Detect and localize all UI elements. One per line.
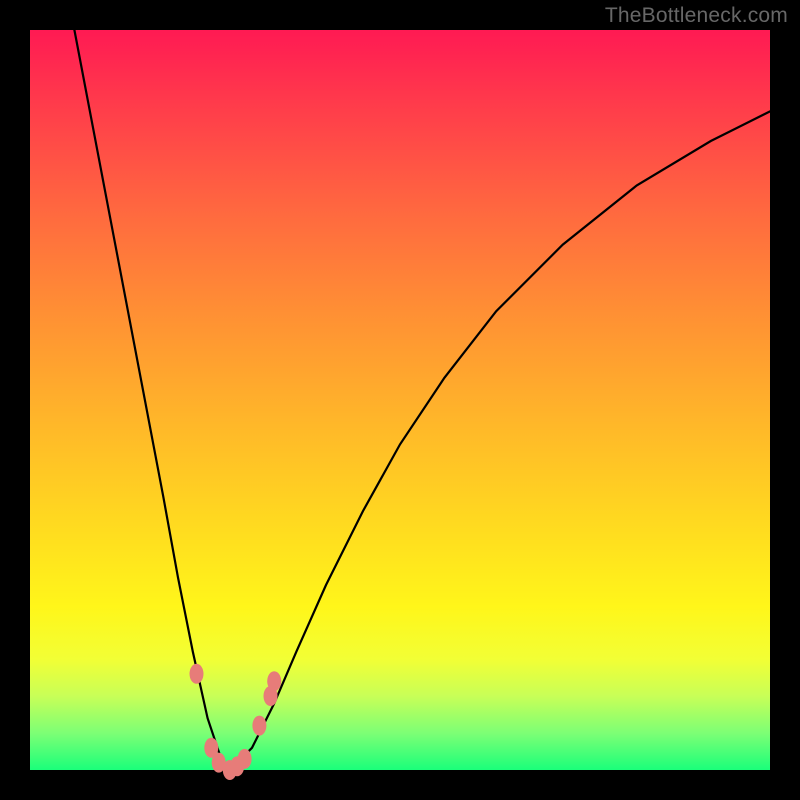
- marker-point: [238, 749, 252, 769]
- marker-point: [267, 671, 281, 691]
- chart-frame: TheBottleneck.com: [0, 0, 800, 800]
- bottleneck-curve-svg: [30, 30, 770, 770]
- marker-point: [190, 664, 204, 684]
- bottleneck-curve: [74, 30, 770, 770]
- marker-point: [252, 716, 266, 736]
- marker-group: [190, 664, 282, 780]
- plot-area: [30, 30, 770, 770]
- watermark-text: TheBottleneck.com: [605, 4, 788, 28]
